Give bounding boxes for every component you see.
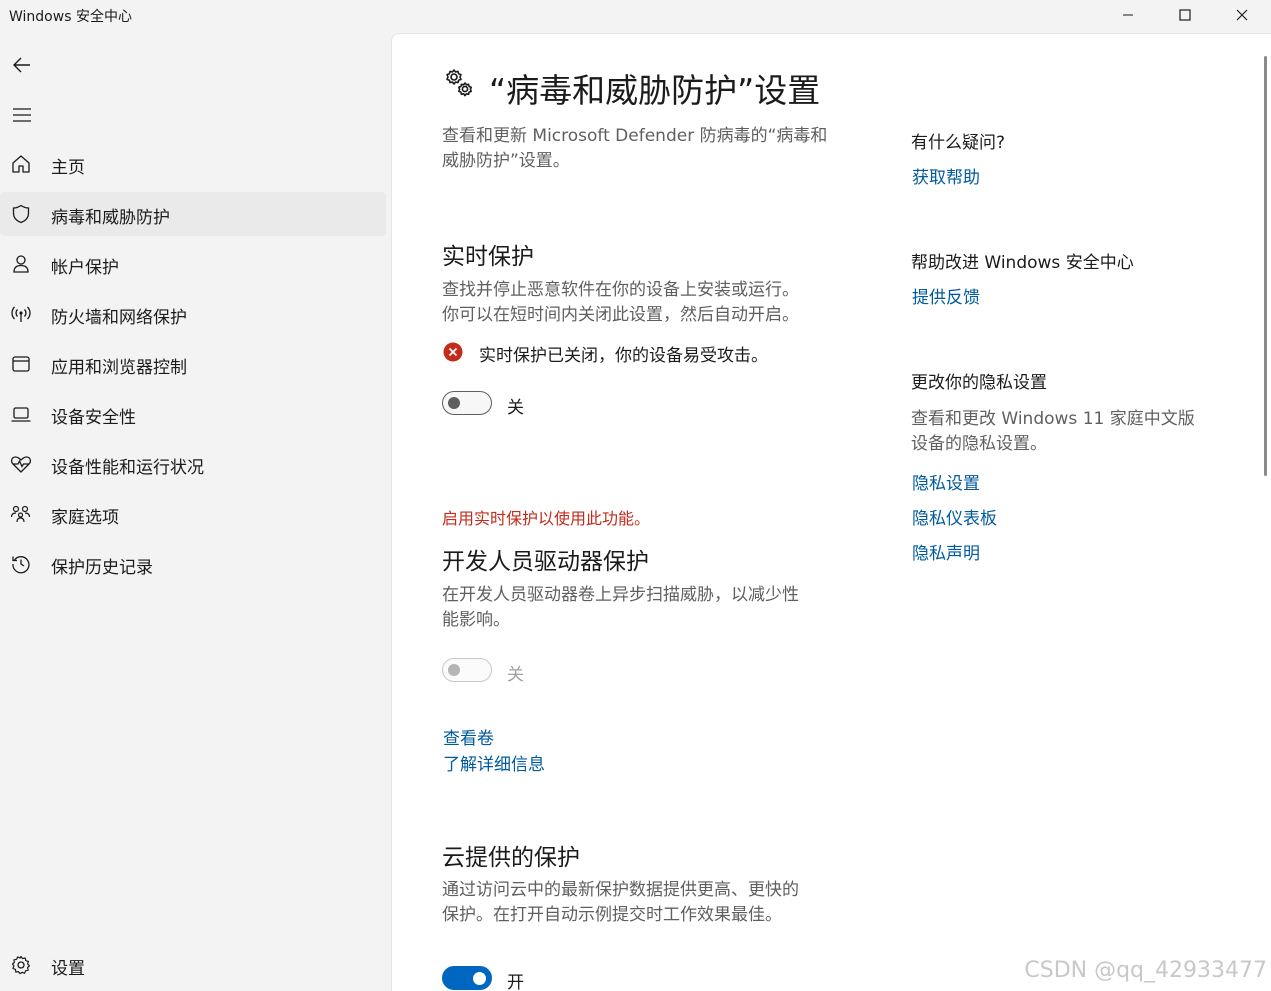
sidebar-item-label: 防火墙和网络保护 — [51, 308, 187, 328]
privacy-dashboard-link[interactable]: 隐私仪表板 — [912, 504, 997, 529]
sidebar-item-label: 设备安全性 — [51, 408, 136, 428]
security-center-window: Windows 安全中心 主页 病毒和威胁防护 帐户保护 防火墙和网络保护 应用… — [0, 0, 1271, 991]
privacy-statement-link[interactable]: 隐私声明 — [912, 539, 980, 564]
sidebar-item-account-protection[interactable]: 帐户保护 — [0, 242, 386, 286]
sidebar-item-label: 应用和浏览器控制 — [51, 358, 187, 378]
minimize-icon — [1123, 14, 1133, 16]
watermark-text: CSDN @qq_42933477 — [1024, 958, 1267, 983]
back-arrow-icon — [13, 57, 30, 73]
shield-icon — [10, 203, 32, 225]
back-button[interactable] — [4, 47, 40, 83]
title-bar: Windows 安全中心 — [0, 0, 1271, 30]
privacy-desc-line2: 设备的隐私设置。 — [911, 434, 1047, 454]
dev-drive-notice: 启用实时保护以使用此功能。 — [442, 509, 651, 528]
realtime-desc-line2: 你可以在短时间内关闭此设置，然后自动开启。 — [442, 305, 799, 325]
app-window-icon — [10, 353, 32, 375]
menu-button[interactable] — [4, 97, 40, 133]
sidebar-item-device-performance[interactable]: 设备性能和运行状况 — [0, 442, 386, 486]
maximize-button[interactable] — [1162, 0, 1208, 30]
privacy-settings-link[interactable]: 隐私设置 — [912, 469, 980, 494]
error-icon — [443, 342, 463, 366]
sidebar-item-label: 家庭选项 — [51, 508, 119, 528]
hamburger-icon — [13, 108, 31, 122]
person-icon — [10, 253, 32, 275]
minimize-button[interactable] — [1105, 0, 1151, 30]
close-button[interactable] — [1219, 0, 1265, 30]
family-icon — [10, 503, 32, 525]
cloud-toggle-label: 开 — [507, 973, 524, 991]
question-heading: 有什么疑问? — [911, 133, 1006, 153]
dev-drive-toggle[interactable] — [442, 658, 492, 682]
sidebar-item-settings[interactable]: 设置 — [0, 943, 386, 987]
dev-drive-desc-line1: 在开发人员驱动器卷上异步扫描威胁，以减少性 — [442, 585, 799, 605]
realtime-toggle-label: 关 — [507, 398, 524, 418]
content-pane: “病毒和威胁防护”设置 查看和更新 Microsoft Defender 防病毒… — [391, 33, 1271, 991]
intro-text-line1: 查看和更新 Microsoft Defender 防病毒的“病毒和 — [442, 126, 828, 146]
intro-text-line2: 威胁防护”设置。 — [442, 151, 570, 171]
sidebar-item-app-browser[interactable]: 应用和浏览器控制 — [0, 342, 386, 386]
page-title: “病毒和威胁防护”设置 — [489, 71, 821, 110]
toggle-knob — [473, 972, 486, 985]
cloud-toggle[interactable] — [442, 966, 492, 990]
sidebar-item-family[interactable]: 家庭选项 — [0, 492, 386, 536]
realtime-warning-text: 实时保护已关闭，你的设备易受攻击。 — [479, 346, 768, 366]
sidebar-item-history[interactable]: 保护历史记录 — [0, 542, 386, 586]
sidebar-item-home[interactable]: 主页 — [0, 142, 386, 186]
app-title: Windows 安全中心 — [9, 9, 132, 25]
sidebar-item-label: 设置 — [51, 959, 85, 979]
privacy-heading: 更改你的隐私设置 — [911, 373, 1047, 393]
sidebar-item-label: 保护历史记录 — [51, 558, 153, 578]
wireless-icon — [10, 303, 32, 325]
improve-heading: 帮助改进 Windows 安全中心 — [911, 253, 1134, 273]
sidebar-item-label: 主页 — [51, 158, 85, 178]
learn-more-link[interactable]: 了解详细信息 — [443, 750, 545, 775]
gear-icon — [10, 954, 32, 976]
toggle-knob — [448, 397, 460, 409]
cloud-desc-line1: 通过访问云中的最新保护数据提供更高、更快的 — [442, 880, 799, 900]
view-volumes-link[interactable]: 查看卷 — [443, 724, 494, 749]
dev-drive-toggle-label: 关 — [507, 665, 524, 685]
toggle-knob — [448, 664, 460, 676]
heart-pulse-icon — [10, 453, 32, 475]
sidebar-item-virus-protection[interactable]: 病毒和威胁防护 — [0, 192, 386, 236]
scrollbar[interactable] — [1264, 56, 1267, 476]
maximize-icon — [1179, 9, 1191, 21]
cloud-desc-line2: 保护。在打开自动示例提交时工作效果最佳。 — [442, 905, 782, 925]
close-icon — [1236, 9, 1248, 21]
realtime-toggle[interactable] — [442, 391, 492, 415]
get-help-link[interactable]: 获取帮助 — [912, 163, 980, 188]
sidebar: 主页 病毒和威胁防护 帐户保护 防火墙和网络保护 应用和浏览器控制 设备安全性 … — [0, 30, 390, 991]
feedback-link[interactable]: 提供反馈 — [912, 283, 980, 308]
realtime-desc-line1: 查找并停止恶意软件在你的设备上安装或运行。 — [442, 280, 799, 300]
dev-drive-heading: 开发人员驱动器保护 — [442, 549, 649, 575]
laptop-icon — [10, 403, 32, 425]
sidebar-item-label: 设备性能和运行状况 — [51, 458, 204, 478]
home-icon — [10, 153, 32, 175]
sidebar-item-label: 病毒和威胁防护 — [51, 208, 170, 228]
cloud-heading: 云提供的保护 — [442, 845, 580, 871]
sidebar-item-device-security[interactable]: 设备安全性 — [0, 392, 386, 436]
sidebar-item-firewall[interactable]: 防火墙和网络保护 — [0, 292, 386, 336]
history-icon — [10, 553, 32, 575]
settings-gears-icon — [442, 66, 476, 104]
dev-drive-desc-line2: 能影响。 — [442, 610, 510, 630]
privacy-desc-line1: 查看和更改 Windows 11 家庭中文版 — [911, 409, 1195, 429]
sidebar-item-label: 帐户保护 — [51, 258, 119, 278]
realtime-heading: 实时保护 — [442, 244, 534, 270]
